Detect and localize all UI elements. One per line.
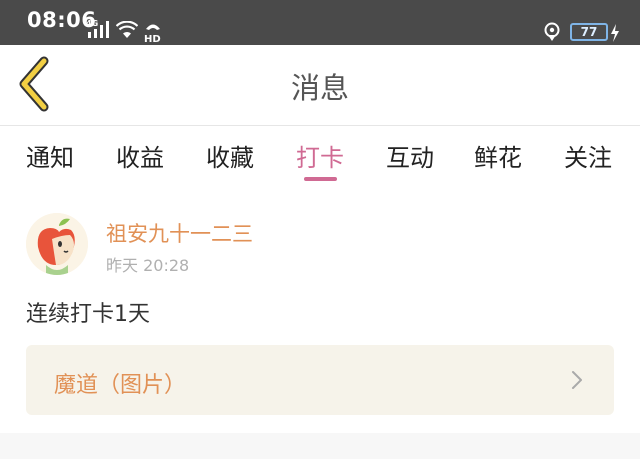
tab-favorites[interactable]: 收藏 [206,138,254,173]
apple-character-avatar-icon [26,213,88,275]
location-icon [544,22,560,41]
post-text: 连续打卡1天 [26,302,150,327]
tab-earnings[interactable]: 收益 [116,138,164,173]
section-divider [0,433,640,459]
timestamp: 昨天 20:28 [106,256,190,275]
linked-content-card[interactable]: 魔道（图片） [26,345,614,415]
header-bar: 消息 [0,45,640,125]
hd-call-icon: HD [144,24,161,43]
username[interactable]: 祖安九十一二三 [106,218,253,248]
tab-flowers[interactable]: 鲜花 [474,138,522,173]
chevron-right-icon [572,371,582,389]
tab-notifications[interactable]: 通知 [26,138,74,173]
tab-interactions[interactable]: 互动 [386,138,434,173]
tab-checkin[interactable]: 打卡 [296,138,344,173]
linked-content-title: 魔道（图片） [54,373,187,398]
charging-icon [611,24,619,42]
battery-indicator: 77 [570,23,608,41]
active-tab-indicator [304,177,337,181]
avatar[interactable] [26,213,88,275]
network-label: 4G [86,19,98,28]
hd-label: HD [144,34,161,43]
status-bar: 08:06 4G HD 77 [0,0,640,45]
page-title: 消息 [290,71,349,105]
cellular-signal-icon: 4G [86,19,109,38]
tab-following[interactable]: 关注 [564,138,612,173]
tab-bar: 通知 收益 收藏 打卡 互动 鲜花 关注 [0,125,640,185]
wifi-icon [116,21,138,38]
